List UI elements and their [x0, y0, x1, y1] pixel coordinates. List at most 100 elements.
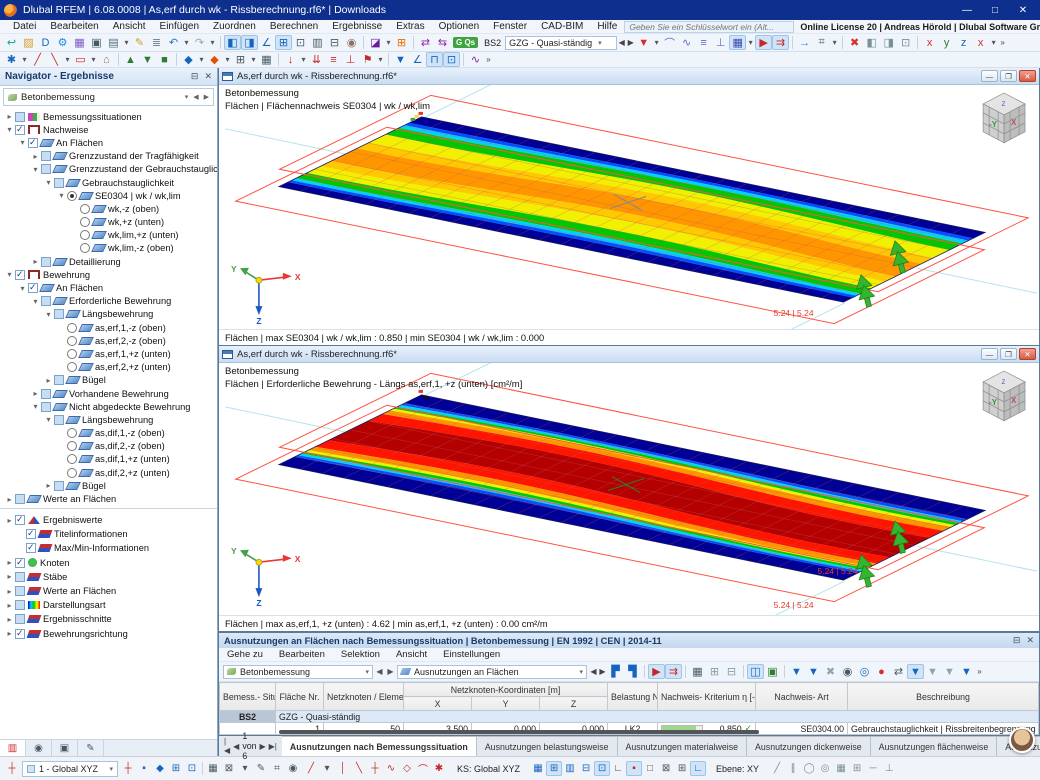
dlubal-connect-icon[interactable]: D: [37, 35, 54, 50]
save-icon[interactable]: ▣: [88, 35, 105, 50]
chevron-icon[interactable]: ▸: [30, 257, 41, 266]
tree-item[interactable]: ▾ Gebrauchstauglichkeit: [2, 176, 217, 189]
checkbox-icon[interactable]: [80, 203, 90, 214]
internal-forces-icon[interactable]: ∿: [678, 35, 695, 50]
tree-item[interactable]: wk,lim,+z (unten): [2, 229, 217, 242]
chevron-icon[interactable]: ▾: [4, 125, 15, 134]
checkbox-icon[interactable]: [28, 137, 38, 148]
draw-cross-icon[interactable]: ┼: [367, 761, 383, 776]
maximize-button[interactable]: □: [982, 2, 1008, 18]
tree-item[interactable]: ▸ Bügel: [2, 479, 217, 492]
menu-item[interactable]: Zuordnen: [206, 21, 263, 32]
result-pin-icon[interactable]: ▶: [755, 35, 773, 50]
chevron-icon[interactable]: ▸: [30, 389, 41, 398]
overflow-icon[interactable]: »: [998, 35, 1007, 50]
section-caret[interactable]: ▾: [384, 35, 393, 50]
chart-corner-icon[interactable]: ◫: [747, 664, 764, 679]
checkbox-icon[interactable]: [15, 614, 25, 625]
view-caret[interactable]: ▾: [989, 35, 998, 50]
table-group-row[interactable]: BS2 GZG - Quasi-ständig: [219, 710, 1039, 723]
chevron-icon[interactable]: ▾: [30, 297, 41, 306]
panel-menu-item[interactable]: Ansicht: [388, 649, 435, 660]
frame-icon[interactable]: ⊞: [393, 35, 410, 50]
chevron-icon[interactable]: ▾: [30, 402, 41, 411]
flatten-icon[interactable]: ─: [865, 761, 881, 776]
grid-coarse-icon[interactable]: ⊞: [849, 761, 865, 776]
next-table-button[interactable]: ▶: [260, 742, 266, 751]
angle-icon[interactable]: ∟: [610, 761, 626, 776]
separator[interactable]: [917, 36, 919, 49]
table-tab[interactable]: Ausnutzungen dickenweise: [747, 736, 871, 756]
view-y-icon[interactable]: y: [938, 35, 955, 50]
load-line-icon[interactable]: ⇊: [308, 52, 325, 67]
checkbox-icon[interactable]: [15, 269, 25, 280]
tree-item[interactable]: ▸ Grenzzustand der Tragfähigkeit: [2, 150, 217, 163]
tree-item[interactable]: ▸ Bemessungssituationen: [2, 110, 217, 123]
monitor-icon[interactable]: ⊟: [326, 35, 343, 50]
snap-mid-icon[interactable]: ◆: [152, 761, 168, 776]
separator[interactable]: [685, 665, 686, 678]
checkbox-icon[interactable]: [54, 177, 64, 188]
new-polyline-icon[interactable]: ╲: [46, 52, 63, 67]
report-icon[interactable]: ≣: [148, 35, 165, 50]
separator[interactable]: [202, 762, 203, 775]
separator[interactable]: [363, 36, 364, 49]
checkbox-icon[interactable]: [15, 514, 25, 526]
chevron-icon[interactable]: ▾: [43, 178, 54, 187]
measure-caret[interactable]: ▾: [830, 35, 839, 50]
draw-arc-icon[interactable]: ⌒: [415, 761, 431, 776]
result-rail-icon[interactable]: ⇉: [772, 35, 790, 50]
circle-icon[interactable]: □: [642, 761, 658, 776]
chevron-icon[interactable]: ▸: [43, 481, 54, 490]
checkbox-icon[interactable]: [80, 230, 90, 241]
combo-prev[interactable]: ◀: [617, 35, 626, 50]
print-caret[interactable]: ▾: [122, 35, 131, 50]
search-icon[interactable]: ◉: [839, 664, 856, 679]
separator[interactable]: [784, 665, 785, 678]
checkbox-icon[interactable]: [41, 401, 51, 412]
gen-caret[interactable]: ▾: [376, 52, 385, 67]
tree-item[interactable]: wk,+z (unten): [2, 216, 217, 229]
filter-results-icon[interactable]: ▼: [635, 35, 652, 50]
tree-item[interactable]: ▸ Stäbe: [2, 570, 217, 584]
tree-item[interactable]: ▾An Flächen: [2, 281, 217, 294]
coords-icon[interactable]: ⌗: [269, 761, 285, 776]
tree-item[interactable]: wk,-z (oben): [2, 202, 217, 215]
preview-icon[interactable]: ⊡: [292, 35, 309, 50]
chevron-icon[interactable]: ▸: [30, 152, 41, 161]
checkbox-icon[interactable]: [15, 586, 25, 597]
visibility-icon[interactable]: ⊓: [426, 52, 443, 67]
member-caret[interactable]: ▾: [197, 52, 206, 67]
chevron-down-icon[interactable]: ▾: [185, 93, 189, 101]
filter-view-icon[interactable]: ▼: [392, 52, 409, 67]
tree-item[interactable]: ▸ Ergebnisschnitte: [2, 612, 217, 626]
checkbox-icon[interactable]: [26, 528, 36, 540]
region2-icon[interactable]: ⊞: [674, 761, 690, 776]
horizontal-scrollbar[interactable]: [279, 730, 759, 734]
undo-icon[interactable]: ↶: [165, 35, 182, 50]
relations-icon[interactable]: ⇄: [417, 35, 434, 50]
col-header-x[interactable]: X: [403, 696, 472, 711]
col-header-koordinaten[interactable]: Netzknoten-Koordinaten [m]: [402, 682, 609, 697]
filter-gray-icon[interactable]: ▼: [941, 664, 958, 679]
tree-item[interactable]: Max/Min-Informationen: [2, 541, 217, 555]
search-input[interactable]: [624, 20, 795, 33]
checkbox-icon[interactable]: [54, 414, 64, 425]
mesh-view-icon[interactable]: ▦: [530, 761, 546, 776]
measure-icon[interactable]: ⌗: [813, 35, 830, 50]
tree-item[interactable]: as,dif,1,-z (oben): [2, 427, 217, 440]
grid-icon[interactable]: ▦: [205, 761, 221, 776]
restore-button[interactable]: ❐: [1000, 70, 1017, 82]
checkbox-icon[interactable]: [15, 628, 25, 639]
tree-item[interactable]: ▸ Detaillierung: [2, 255, 217, 268]
viewport-1-titlebar[interactable]: As,erf durch wk - Rissberechnung.rf6* — …: [219, 68, 1039, 85]
parallel-icon[interactable]: ∥: [785, 761, 801, 776]
overflow-icon[interactable]: »: [484, 52, 493, 67]
view-wire-icon[interactable]: ⊡: [897, 35, 914, 50]
float-panel-icon[interactable]: ⊟: [1013, 635, 1021, 646]
col-header-kriterium[interactable]: Nachweis- Kriterium η [--]: [657, 682, 757, 711]
snap-point-icon[interactable]: ▪: [136, 761, 152, 776]
mesh-quality-icon[interactable]: ▥: [562, 761, 578, 776]
checkbox-icon[interactable]: [15, 557, 25, 568]
magnet-icon[interactable]: ▪: [626, 761, 643, 776]
